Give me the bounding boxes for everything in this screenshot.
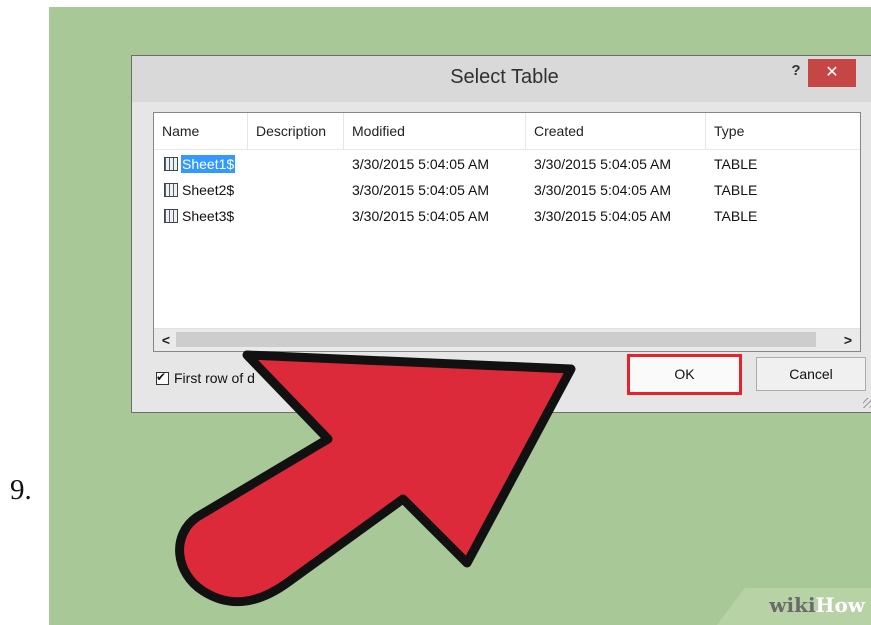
- step-number: 9.: [10, 474, 32, 506]
- arrow-pointer-icon: [175, 350, 576, 607]
- screenshot-scene: Select Table ? ✕ Name Description Modifi…: [49, 7, 871, 625]
- logo-wiki-text: wiki: [769, 593, 816, 617]
- logo-how-text: How: [815, 593, 865, 617]
